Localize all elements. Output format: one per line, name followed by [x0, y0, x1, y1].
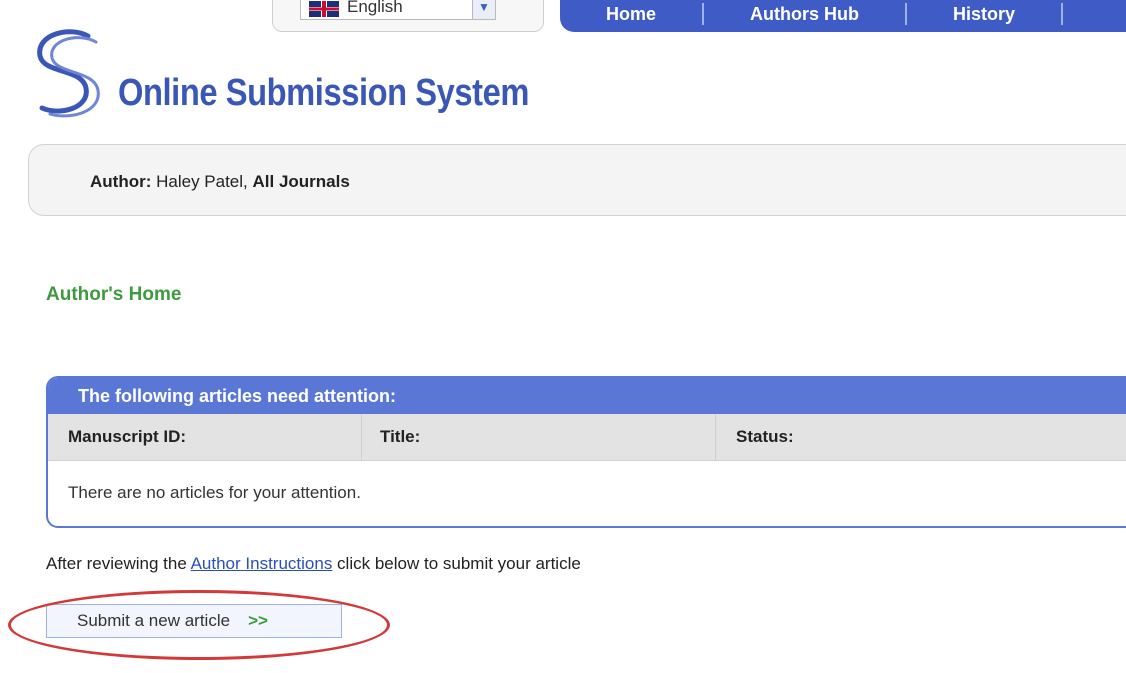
attention-panel-header: The following articles need attention:	[48, 378, 1126, 414]
author-scope: All Journals	[252, 172, 350, 191]
author-instructions-link[interactable]: Author Instructions	[191, 554, 333, 573]
double-chevron-right-icon: >>	[248, 611, 268, 630]
logo-s-icon	[37, 29, 100, 118]
author-role-label: Author:	[90, 172, 152, 191]
column-status: Status:	[736, 427, 794, 446]
attention-empty-message: There are no articles for your attention…	[68, 483, 361, 502]
language-selected-value: English	[347, 0, 403, 16]
instructions-text-after: click below to submit your article	[332, 554, 581, 573]
submission-instructions: After reviewing the Author Instructions …	[46, 554, 581, 574]
page-heading: Author's Home	[46, 284, 182, 305]
submit-button-label: Submit a new article	[77, 611, 231, 630]
nav-item-home[interactable]: Home	[560, 3, 705, 25]
submit-new-article-button[interactable]: Submit a new article >>	[46, 604, 342, 638]
column-title: Title:	[362, 414, 716, 460]
author-info: Author: Haley Patel, All Journals	[90, 172, 350, 192]
attention-panel: The following articles need attention: M…	[46, 376, 1126, 528]
top-nav: Home Authors Hub History	[560, 0, 1126, 32]
nav-item-authors-hub[interactable]: Authors Hub	[704, 3, 907, 25]
instructions-text-before: After reviewing the	[46, 554, 191, 573]
site-title: Online Submission System	[118, 72, 529, 114]
nav-item-history[interactable]: History	[907, 3, 1064, 25]
attention-table-header: Manuscript ID: Title: Status:	[48, 414, 1126, 461]
language-select[interactable]: English ▼	[300, 0, 496, 20]
column-manuscript-id: Manuscript ID:	[48, 414, 362, 460]
chevron-down-icon[interactable]: ▼	[472, 0, 495, 19]
author-name: Haley Patel,	[156, 172, 248, 191]
uk-flag-icon	[309, 1, 339, 17]
